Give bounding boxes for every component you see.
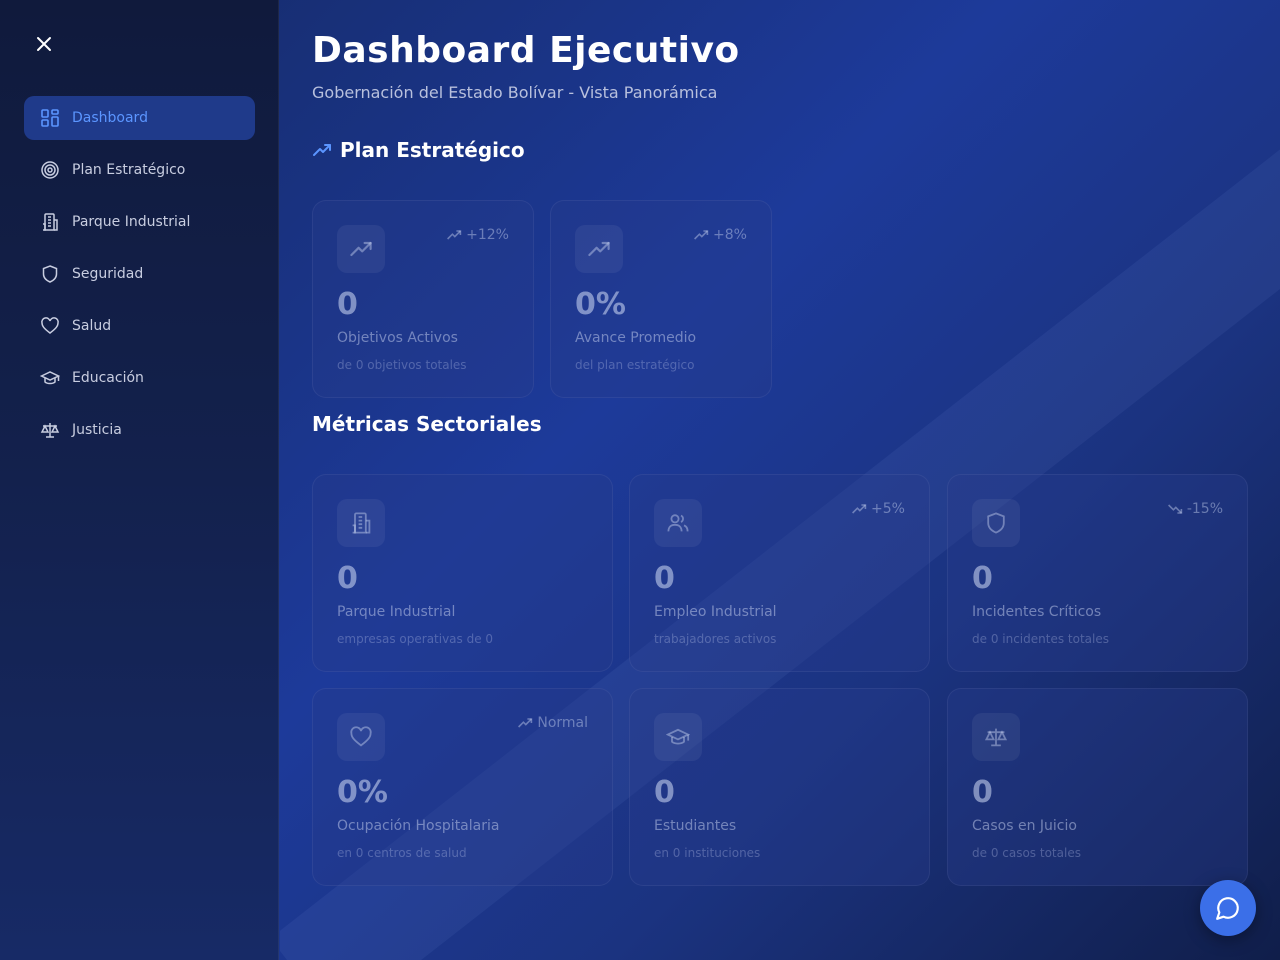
sidebar-item-salud[interactable]: Salud: [24, 304, 255, 348]
trend-value: Normal: [537, 715, 588, 731]
card-value: 0: [972, 775, 993, 810]
heart-icon: [350, 726, 372, 747]
shield-icon: [987, 512, 1005, 534]
section-title: Plan Estratégico: [340, 138, 525, 162]
section-title: Métricas Sectoriales: [312, 412, 542, 436]
sidebar-item-plan-estrategico[interactable]: Plan Estratégico: [24, 148, 255, 192]
card-icon-box: [337, 499, 385, 547]
users-icon: [667, 514, 689, 532]
graduation-cap-icon: [666, 728, 690, 745]
section-plan-estrategico: Plan Estratégico: [312, 138, 525, 162]
card-subtext: del plan estratégico: [575, 358, 695, 372]
card-label: Parque Industrial: [337, 604, 456, 620]
card-icon-box: [972, 713, 1020, 761]
scale-icon: [40, 420, 60, 440]
card-icon-box: [337, 225, 385, 273]
card-value: 0: [337, 561, 358, 596]
target-icon: [40, 160, 60, 180]
trending-up-icon: [852, 504, 867, 514]
card-subtext: de 0 objetivos totales: [337, 358, 467, 372]
card-empleo-industrial[interactable]: +5% 0 Empleo Industrial trabajadores act…: [629, 474, 930, 672]
trending-up-icon: [694, 230, 709, 240]
card-subtext: de 0 incidentes totales: [972, 632, 1109, 646]
card-label: Casos en Juicio: [972, 818, 1077, 834]
card-value: 0: [972, 561, 993, 596]
card-subtext: trabajadores activos: [654, 632, 777, 646]
trending-up-icon: [350, 241, 372, 257]
sidebar-item-justicia[interactable]: Justicia: [24, 408, 255, 452]
close-sidebar-button[interactable]: [32, 32, 56, 56]
trending-up-icon: [313, 144, 331, 156]
card-subtext: empresas operativas de 0: [337, 632, 494, 646]
sidebar-item-label: Salud: [72, 318, 112, 334]
card-value: 0%: [337, 775, 388, 810]
sidebar-item-parque-industrial[interactable]: Parque Industrial: [24, 200, 255, 244]
card-subtext: de 0 casos totales: [972, 846, 1081, 860]
card-icon-box: [654, 713, 702, 761]
card-avance-promedio[interactable]: +8% 0% Avance Promedio del plan estratég…: [550, 200, 772, 398]
trend-value: +12%: [466, 227, 509, 243]
trend-indicator: +8%: [693, 227, 747, 243]
sidebar-item-dashboard[interactable]: Dashboard: [24, 96, 255, 140]
trend-indicator: +12%: [446, 227, 509, 243]
card-value: 0: [337, 287, 358, 322]
sidebar-nav: Dashboard Plan Estratégico Parque Indust…: [24, 96, 255, 460]
card-label: Objetivos Activos: [337, 330, 458, 346]
card-label: Estudiantes: [654, 818, 737, 834]
card-label: Avance Promedio: [575, 330, 697, 346]
trend-value: +8%: [713, 227, 747, 243]
sidebar-item-educacion[interactable]: Educación: [24, 356, 255, 400]
sidebar-item-label: Justicia: [72, 422, 122, 438]
trend-value: +5%: [871, 501, 905, 517]
card-casos-en-juicio[interactable]: 0 Casos en Juicio de 0 casos totales: [947, 688, 1248, 886]
page-subtitle: Gobernación del Estado Bolívar - Vista P…: [312, 83, 718, 102]
heart-icon: [40, 316, 60, 336]
card-ocupacion-hospitalaria[interactable]: Normal 0% Ocupación Hospitalaria en 0 ce…: [312, 688, 613, 886]
card-incidentes-criticos[interactable]: -15% 0 Incidentes Críticos de 0 incident…: [947, 474, 1248, 672]
card-subtext: en 0 centros de salud: [337, 846, 467, 860]
sidebar-item-seguridad[interactable]: Seguridad: [24, 252, 255, 296]
building-icon: [40, 212, 60, 232]
scale-icon: [984, 728, 1008, 747]
trending-down-icon: [1167, 504, 1183, 514]
main-content: Dashboard Ejecutivo Gobernación del Esta…: [312, 30, 1252, 886]
card-value: 0: [654, 561, 675, 596]
sidebar-item-label: Seguridad: [72, 266, 144, 282]
card-subtext: en 0 instituciones: [654, 846, 761, 860]
trend-indicator: +5%: [851, 501, 905, 517]
sidebar-item-label: Dashboard: [72, 110, 148, 126]
card-icon-box: [972, 499, 1020, 547]
trend-indicator: Normal: [517, 715, 588, 731]
trending-up-icon: [588, 241, 610, 257]
shield-icon: [40, 264, 60, 284]
close-icon: [37, 37, 51, 51]
chat-bubble-icon: [1216, 897, 1239, 920]
trend-value: -15%: [1186, 501, 1223, 517]
card-icon-box: [654, 499, 702, 547]
building-icon: [352, 512, 371, 534]
section-metricas-sectoriales: Métricas Sectoriales: [312, 412, 542, 436]
page-title: Dashboard Ejecutivo: [312, 30, 740, 71]
grid-icon: [40, 108, 60, 128]
sidebar-item-label: Parque Industrial: [72, 214, 191, 230]
sidebar-item-label: Plan Estratégico: [72, 162, 186, 178]
card-estudiantes[interactable]: 0 Estudiantes en 0 instituciones: [629, 688, 930, 886]
graduation-cap-icon: [40, 368, 60, 388]
chat-button[interactable]: [1200, 880, 1256, 936]
card-label: Incidentes Críticos: [972, 604, 1102, 620]
trending-up-icon: [447, 230, 462, 240]
card-value: 0: [654, 775, 675, 810]
card-value: 0%: [575, 287, 626, 322]
trend-indicator: -15%: [1167, 501, 1223, 517]
card-icon-box: [337, 713, 385, 761]
card-objetivos-activos[interactable]: +12% 0 Objetivos Activos de 0 objetivos …: [312, 200, 534, 398]
trending-up-icon: [518, 718, 533, 728]
card-parque-industrial[interactable]: 0 Parque Industrial empresas operativas …: [312, 474, 613, 672]
sidebar-item-label: Educación: [72, 370, 144, 386]
sidebar: Dashboard Plan Estratégico Parque Indust…: [0, 0, 279, 960]
card-label: Ocupación Hospitalaria: [337, 818, 500, 834]
card-label: Empleo Industrial: [654, 604, 777, 620]
card-icon-box: [575, 225, 623, 273]
